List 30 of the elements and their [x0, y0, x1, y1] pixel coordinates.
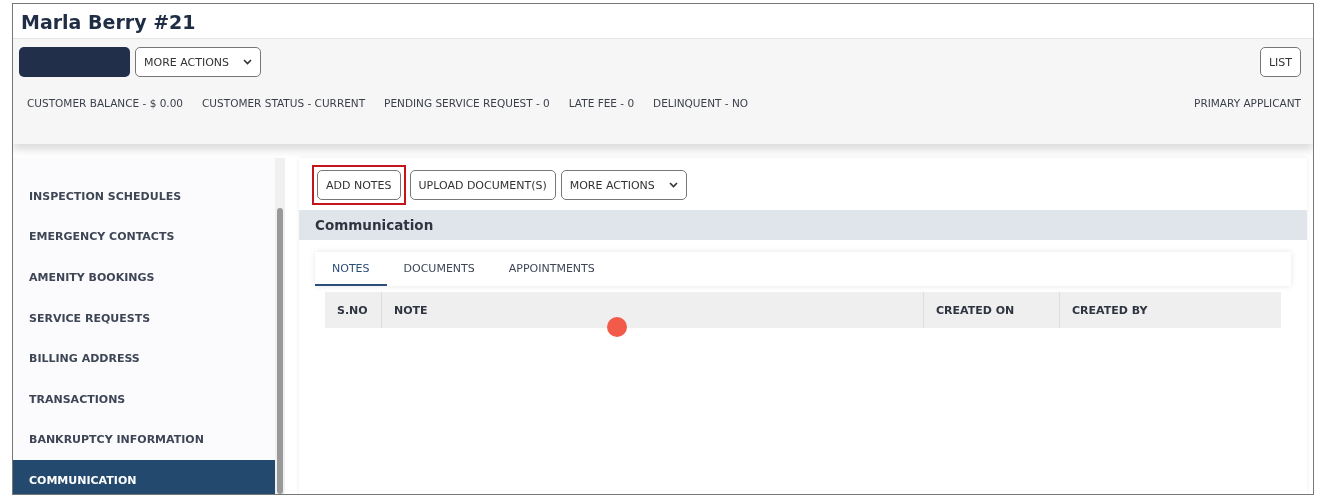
- sidebar-item[interactable]: BILLING ADDRESS: [13, 338, 275, 379]
- caret-icon: [243, 59, 253, 65]
- toolbar-button[interactable]: ADD NOTES: [317, 170, 401, 200]
- tab[interactable]: DOCUMENTS: [386, 252, 492, 286]
- applicant-role: PRIMARY APPLICANT: [1194, 97, 1301, 109]
- more-actions-button[interactable]: MORE ACTIONS: [135, 47, 262, 77]
- sidebar-item[interactable]: EMERGENCY CONTACTS: [13, 216, 275, 258]
- customer-stat: PENDING SERVICE REQUEST - 0: [384, 97, 550, 109]
- sidebar-item[interactable]: AMENITY BOOKINGS: [13, 257, 275, 298]
- cursor-dot: [607, 317, 627, 337]
- toolbar-button[interactable]: UPLOAD DOCUMENT(S): [409, 170, 556, 200]
- customer-stat: DELINQUENT - NO: [653, 97, 749, 109]
- customer-stat: CUSTOMER STATUS - CURRENT: [202, 97, 366, 109]
- sidebar-item[interactable]: INSPECTION SCHEDULES: [13, 176, 275, 217]
- toolbar-button[interactable]: MORE ACTIONS: [560, 170, 687, 200]
- scrollbar[interactable]: [275, 158, 285, 494]
- window-title: Marla Berry #21: [20, 10, 197, 35]
- customer-stat: LATE FEE - 0: [568, 97, 635, 109]
- tab[interactable]: NOTES: [315, 252, 387, 286]
- column-header: CREATED BY: [1059, 292, 1280, 328]
- sidebar-item[interactable]: SERVICE REQUESTS: [13, 297, 275, 339]
- column-header: CREATED ON: [923, 292, 1059, 328]
- list-button[interactable]: LIST: [1259, 47, 1301, 77]
- sidebar-item[interactable]: BANKRUPTCY INFORMATION: [13, 419, 275, 461]
- sidebar-item[interactable]: COMMUNICATION: [13, 460, 275, 494]
- column-header: S.NO: [336, 302, 369, 319]
- sidebar-item[interactable]: TRANSACTIONS: [13, 378, 275, 420]
- customer-stat: CUSTOMER BALANCE - $ 0.00: [27, 97, 184, 109]
- tab[interactable]: APPOINTMENTS: [491, 252, 612, 286]
- section-header: Communication: [299, 210, 1307, 240]
